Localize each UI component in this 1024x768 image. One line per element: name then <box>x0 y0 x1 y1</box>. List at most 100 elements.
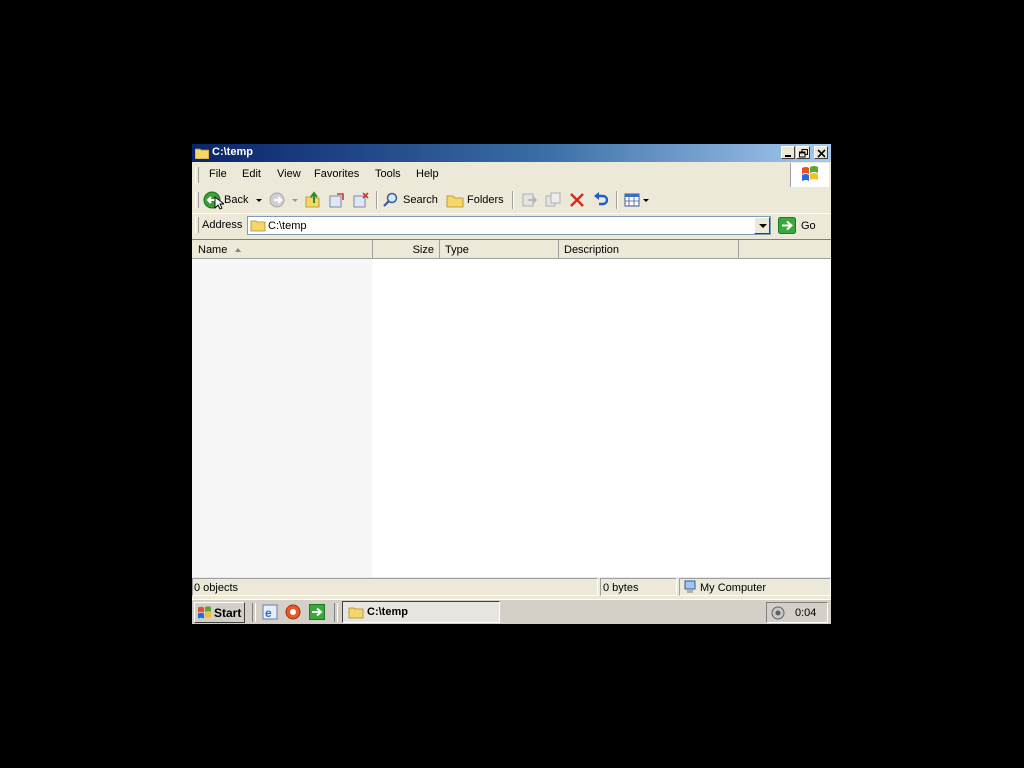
taskbar-item-explorer[interactable]: C:\temp <box>342 601 500 623</box>
run-icon <box>309 604 325 620</box>
back-label: Back <box>224 194 249 206</box>
copy-to-button[interactable] <box>352 191 370 209</box>
status-bytes: 0 bytes <box>603 582 639 594</box>
menu-help[interactable]: Help <box>416 168 439 180</box>
search-button[interactable]: Search <box>382 191 440 209</box>
address-input[interactable]: C:\temp <box>247 216 771 235</box>
menu-bar: File Edit View Favorites Tools Help <box>192 164 831 186</box>
toolbar-separator <box>616 191 618 209</box>
status-objects-panel: 0 objects <box>192 578 598 596</box>
status-zone: My Computer <box>700 582 767 594</box>
address-label: Address <box>202 219 243 231</box>
column-header-type[interactable]: Type <box>440 240 559 259</box>
forward-button[interactable] <box>268 191 298 209</box>
restore-button[interactable] <box>796 146 810 159</box>
folder-icon <box>348 607 364 619</box>
standard-toolbar: Back Search Folders <box>192 188 831 212</box>
dropdown-arrow-icon <box>643 199 649 202</box>
toolbar-separator <box>376 191 378 209</box>
restore-icon <box>799 149 808 158</box>
windows-logo <box>790 163 829 187</box>
move-button[interactable] <box>520 191 538 209</box>
column-label: Type <box>445 244 469 256</box>
close-icon <box>817 149 826 158</box>
window-title: C:\temp <box>212 146 253 158</box>
folders-button[interactable]: Folders <box>446 191 508 209</box>
column-label: Description <box>564 244 620 256</box>
close-button[interactable] <box>814 146 828 159</box>
column-header-name[interactable]: Name <box>192 240 373 259</box>
up-folder-button[interactable] <box>304 191 322 209</box>
go-arrow-icon <box>778 217 796 234</box>
copy-to-icon <box>353 192 369 208</box>
address-grip[interactable] <box>195 217 199 233</box>
start-button[interactable]: Start <box>194 602 245 623</box>
sorted-column-highlight <box>192 259 372 577</box>
move-to-button[interactable] <box>328 191 346 209</box>
toolbar-grip[interactable] <box>195 192 199 208</box>
file-list[interactable]: Name Size Type Description <box>192 239 831 577</box>
search-label: Search <box>403 194 438 206</box>
column-header-description[interactable]: Description <box>559 240 739 259</box>
menu-edit[interactable]: Edit <box>242 168 261 180</box>
menu-grip[interactable] <box>195 167 199 183</box>
menu-view[interactable]: View <box>277 168 301 180</box>
taskbar-separator <box>252 603 256 622</box>
minimize-icon <box>785 155 791 157</box>
status-bar: 0 objects 0 bytes My Computer <box>192 577 831 597</box>
windows-flag-icon <box>802 166 818 181</box>
dropdown-arrow-icon <box>759 224 767 228</box>
explorer-window: C:\temp File Edit View Favorites Tools H… <box>192 144 831 624</box>
list-header: Name Size Type Description <box>192 240 831 259</box>
taskbar-item-label: C:\temp <box>367 606 408 618</box>
column-label: Size <box>412 244 434 256</box>
volume-icon[interactable] <box>770 605 786 621</box>
menu-file[interactable]: File <box>209 168 227 180</box>
windows-flag-icon <box>198 606 211 619</box>
mouse-cursor-icon <box>214 196 224 210</box>
copy-button[interactable] <box>544 191 562 209</box>
folder-icon <box>250 220 266 232</box>
undo-button[interactable] <box>592 191 610 209</box>
taskbar: Start e C:\temp 0:04 <box>192 599 831 624</box>
views-icon <box>624 193 640 207</box>
dropdown-arrow-icon <box>256 199 262 202</box>
media-icon <box>285 604 301 620</box>
quick-launch-run[interactable] <box>309 604 325 623</box>
folders-icon <box>446 195 464 208</box>
menu-favorites[interactable]: Favorites <box>314 168 359 180</box>
address-dropdown-button[interactable] <box>754 217 770 234</box>
forward-icon <box>269 192 285 208</box>
title-bar[interactable]: C:\temp <box>192 144 831 162</box>
svg-text:e: e <box>265 606 272 620</box>
column-label: Name <box>198 244 228 256</box>
minimize-button[interactable] <box>781 146 795 159</box>
search-icon <box>383 192 398 207</box>
status-size-panel: 0 bytes <box>600 578 677 596</box>
column-header-empty <box>739 240 831 259</box>
dropdown-arrow-icon <box>292 199 298 202</box>
move-to-icon <box>329 193 344 208</box>
column-header-size[interactable]: Size <box>373 240 440 259</box>
move-icon <box>522 193 538 207</box>
address-value: C:\temp <box>268 220 307 232</box>
back-button[interactable]: Back <box>203 191 253 210</box>
views-button[interactable] <box>623 191 651 209</box>
clock[interactable]: 0:04 <box>795 607 816 619</box>
quick-launch-media[interactable] <box>285 604 301 623</box>
delete-button[interactable] <box>568 191 586 209</box>
undo-icon <box>594 192 609 206</box>
go-button[interactable]: Go <box>778 216 826 235</box>
back-history-dropdown[interactable] <box>254 191 264 209</box>
menu-tools[interactable]: Tools <box>375 168 401 180</box>
status-objects: 0 objects <box>194 582 239 594</box>
ie-icon: e <box>262 604 278 620</box>
toolbar-separator <box>512 191 514 209</box>
quick-launch-ie[interactable]: e <box>262 604 278 623</box>
sort-ascending-icon <box>235 248 241 252</box>
my-computer-icon <box>684 580 696 593</box>
folder-icon <box>194 147 210 162</box>
status-zone-panel: My Computer <box>679 578 831 596</box>
up-folder-icon <box>305 191 320 208</box>
folders-label: Folders <box>467 194 504 206</box>
